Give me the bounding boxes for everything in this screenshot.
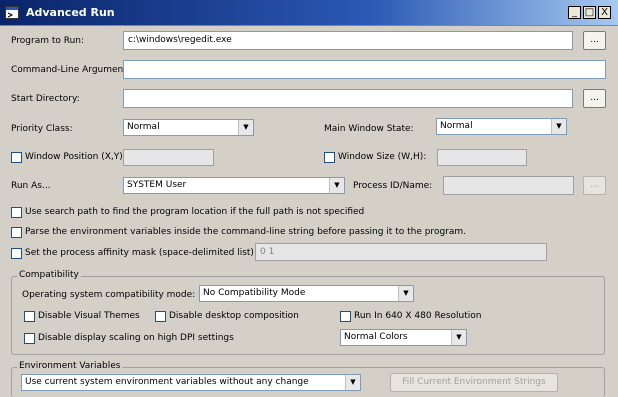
chevron-down-icon: ▼	[551, 119, 566, 134]
runas-dropdown[interactable]: SYSTEM User ▼	[123, 177, 345, 194]
startdir-field[interactable]	[123, 89, 573, 108]
compat-mode-dropdown[interactable]: No Compatibility Mode ▼	[199, 285, 414, 302]
priority-label: Priority Class:	[11, 124, 73, 134]
disable-themes-label: Disable Visual Themes	[38, 311, 140, 321]
affinity-field[interactable]: 0 1	[255, 243, 547, 261]
priority-value: Normal	[127, 122, 160, 132]
environment-title: Environment Variables	[17, 361, 123, 371]
colors-dropdown[interactable]: Normal Colors ▼	[340, 329, 467, 346]
colors-value: Normal Colors	[344, 332, 408, 342]
runas-label: Run As...	[11, 181, 51, 191]
program-field[interactable]: c:\windows\regedit.exe	[123, 31, 573, 50]
run-640-checkbox[interactable]	[340, 311, 351, 322]
run-640-label: Run In 640 X 480 Resolution	[354, 311, 482, 321]
env-mode-value: Use current system environment variables…	[25, 377, 309, 387]
mainwindow-dropdown[interactable]: Normal ▼	[436, 118, 567, 135]
search-path-checkbox[interactable]	[11, 207, 22, 218]
advanced-run-window: Advanced Run _ □ X Program to Run: c:\wi…	[0, 0, 618, 397]
affinity-checkbox[interactable]	[11, 248, 22, 259]
program-browse-button[interactable]: ...	[583, 31, 606, 50]
runas-value: SYSTEM User	[127, 180, 187, 190]
mainwindow-value: Normal	[440, 121, 473, 131]
chevron-down-icon: ▼	[451, 330, 466, 345]
affinity-label: Set the process affinity mask (space-del…	[25, 248, 257, 258]
window-size-label: Window Size (W,H):	[338, 152, 427, 162]
title-bar[interactable]: Advanced Run _ □ X	[0, 0, 618, 26]
window-size-checkbox[interactable]	[324, 152, 335, 163]
window-title: Advanced Run	[26, 6, 115, 19]
disable-desktop-checkbox[interactable]	[155, 311, 166, 322]
disable-themes-checkbox[interactable]	[24, 311, 35, 322]
fill-environment-button[interactable]: Fill Current Environment Strings	[390, 373, 558, 392]
compat-mode-label: Operating system compatibility mode:	[22, 290, 196, 300]
startdir-browse-button[interactable]: ...	[583, 89, 606, 108]
window-position-label: Window Position (X,Y):	[25, 152, 126, 162]
compat-mode-value: No Compatibility Mode	[203, 288, 306, 298]
env-parse-checkbox[interactable]	[11, 227, 22, 238]
disable-dpi-checkbox[interactable]	[24, 333, 35, 344]
window-position-checkbox[interactable]	[11, 152, 22, 163]
chevron-down-icon: ▼	[398, 286, 413, 301]
chevron-down-icon: ▼	[345, 375, 360, 390]
disable-desktop-label: Disable desktop composition	[169, 311, 299, 321]
pid-browse-button[interactable]: ...	[583, 176, 606, 195]
search-path-label: Use search path to find the program loca…	[25, 207, 365, 217]
app-icon	[5, 6, 19, 22]
maximize-button[interactable]: □	[583, 6, 596, 19]
args-label: Command-Line Arguments:	[11, 65, 135, 75]
mainwindow-label: Main Window State:	[324, 124, 414, 134]
window-position-field[interactable]	[123, 149, 214, 166]
args-field[interactable]	[123, 60, 606, 79]
program-label: Program to Run:	[11, 36, 85, 46]
pid-label: Process ID/Name:	[353, 181, 433, 191]
chevron-down-icon: ▼	[238, 120, 253, 135]
chevron-down-icon: ▼	[329, 178, 344, 193]
env-parse-label: Parse the environment variables inside t…	[25, 227, 466, 237]
window-size-field[interactable]	[437, 149, 527, 166]
disable-dpi-label: Disable display scaling on high DPI sett…	[38, 333, 234, 343]
close-button[interactable]: X	[598, 6, 611, 19]
compatibility-title: Compatibility	[17, 270, 81, 280]
startdir-label: Start Directory:	[11, 94, 80, 104]
minimize-button[interactable]: _	[568, 6, 581, 19]
pid-field[interactable]	[443, 176, 574, 195]
priority-dropdown[interactable]: Normal ▼	[123, 119, 254, 136]
env-mode-dropdown[interactable]: Use current system environment variables…	[21, 374, 361, 391]
